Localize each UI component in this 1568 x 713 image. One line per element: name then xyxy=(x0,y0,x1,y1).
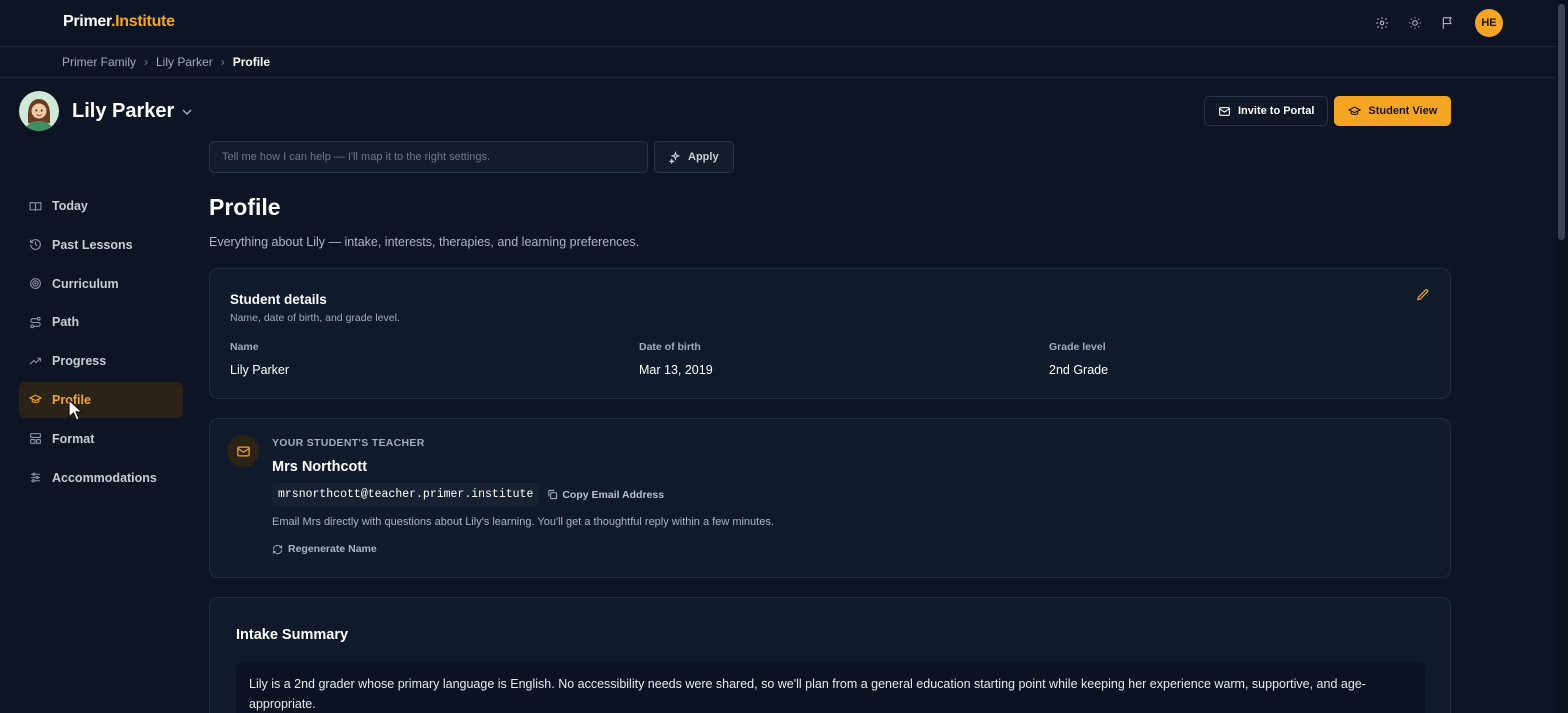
card-subtitle: Name, date of birth, and grade level. xyxy=(230,312,400,324)
target-icon xyxy=(30,278,41,290)
sidebar-item-label: Path xyxy=(52,315,80,330)
chevron-right-icon: › xyxy=(220,55,225,69)
teacher-email-row: mrsnorthcott@teacher.primer.institute Co… xyxy=(272,483,664,506)
graduation-cap-icon xyxy=(29,395,42,404)
sidebar-item-label: Curriculum xyxy=(52,276,119,291)
teacher-description: Email Mrs directly with questions about … xyxy=(272,516,774,528)
page-title: Profile xyxy=(209,194,281,220)
sidebar-item-label: Today xyxy=(52,199,88,213)
mail-icon xyxy=(1219,106,1230,116)
student-switcher[interactable]: Lily Parker xyxy=(19,91,192,131)
sidebar-item-label: Accommodations xyxy=(52,470,157,485)
chevron-right-icon: › xyxy=(144,55,148,69)
student-avatar xyxy=(19,91,59,131)
sidebar-item-past-lessons[interactable]: Past Lessons xyxy=(19,227,183,263)
book-open-icon xyxy=(29,201,42,211)
brand-part-1: Primer xyxy=(63,13,112,30)
page-scrollbar[interactable] xyxy=(1556,0,1568,713)
chevron-down-icon[interactable] xyxy=(182,107,192,118)
copy-email-button[interactable]: Copy Email Address xyxy=(547,489,664,501)
trending-up-icon xyxy=(29,357,41,365)
breadcrumb-primer-family[interactable]: Primer Family xyxy=(62,55,136,69)
layout-icon xyxy=(30,433,41,445)
sidebar-item-progress[interactable]: Progress xyxy=(19,343,183,379)
theme-sun-icon[interactable] xyxy=(1405,9,1425,37)
student-details-card: Student details Name, date of birth, and… xyxy=(209,268,1451,399)
field-value: 2nd Grade xyxy=(1049,363,1109,377)
card-title: Student details xyxy=(230,292,327,307)
apply-label: Apply xyxy=(688,151,719,163)
field-label: Name xyxy=(230,341,259,353)
field-name: Name Lily Parker xyxy=(230,341,289,377)
sidebar-nav: Today Past Lessons Curriculum Path Progr… xyxy=(19,188,183,498)
invite-to-portal-button[interactable]: Invite to Portal xyxy=(1204,96,1329,126)
sidebar-item-label: Past Lessons xyxy=(52,237,133,252)
copy-icon xyxy=(548,489,558,500)
breadcrumb-bar: Primer Family › Lily Parker › Profile xyxy=(0,47,1556,78)
field-label: Date of birth xyxy=(639,341,701,353)
sliders-icon xyxy=(31,472,40,483)
brand-part-2: .Institute xyxy=(111,13,175,30)
route-icon xyxy=(30,316,41,329)
field-label: Grade level xyxy=(1049,341,1106,353)
edit-pencil-icon[interactable] xyxy=(1416,288,1432,304)
brand-logo[interactable]: Primer.Institute xyxy=(63,13,175,31)
intake-summary-card: Intake Summary Lily is a 2nd grader whos… xyxy=(209,597,1451,713)
field-value: Lily Parker xyxy=(230,363,290,377)
settings-gear-icon[interactable] xyxy=(1372,9,1392,37)
assistant-row: Apply xyxy=(209,141,734,173)
sidebar-item-today[interactable]: Today xyxy=(19,188,183,224)
feedback-flag-icon[interactable] xyxy=(1438,9,1458,37)
intake-summary-text: Lily is a 2nd grader whose primary langu… xyxy=(236,662,1425,713)
apply-button[interactable]: Apply xyxy=(654,141,734,173)
mail-icon xyxy=(227,435,259,467)
header-actions: Invite to Portal Student View xyxy=(1204,96,1452,126)
field-date-of-birth: Date of birth Mar 13, 2019 xyxy=(639,341,713,377)
regenerate-name-label: Regenerate Name xyxy=(288,543,377,555)
card-title: Intake Summary xyxy=(236,627,349,643)
sidebar-item-curriculum[interactable]: Curriculum xyxy=(19,266,183,302)
regenerate-name-button[interactable]: Regenerate Name xyxy=(272,543,377,555)
mouse-cursor-icon xyxy=(68,399,84,421)
student-name: Lily Parker xyxy=(72,99,175,122)
student-view-button[interactable]: Student View xyxy=(1334,96,1452,126)
sidebar-item-path[interactable]: Path xyxy=(19,304,183,340)
scrollbar-thumb[interactable] xyxy=(1558,4,1565,240)
history-icon xyxy=(30,239,41,251)
graduation-cap-icon xyxy=(1348,106,1362,115)
teacher-kicker: YOUR STUDENT'S TEACHER xyxy=(272,437,425,449)
breadcrumb: Primer Family › Lily Parker › Profile xyxy=(62,55,270,69)
copy-email-label: Copy Email Address xyxy=(562,488,665,501)
teacher-card: YOUR STUDENT'S TEACHER Mrs Northcott mrs… xyxy=(209,418,1451,578)
sidebar-item-label: Format xyxy=(52,431,95,446)
main-heading: Profile Everything about Lily — intake, … xyxy=(209,194,1451,249)
sidebar-item-profile[interactable]: Profile xyxy=(19,381,183,418)
invite-label: Invite to Portal xyxy=(1238,105,1315,117)
page-subtitle: Everything about Lily — intake, interest… xyxy=(209,235,640,249)
field-grade-level: Grade level 2nd Grade xyxy=(1049,341,1108,377)
breadcrumb-current: Profile xyxy=(232,55,271,69)
top-actions: HE xyxy=(1372,9,1503,37)
teacher-name: Mrs Northcott xyxy=(272,459,368,475)
field-value: Mar 13, 2019 xyxy=(639,363,713,377)
breadcrumb-lily-parker[interactable]: Lily Parker xyxy=(156,55,213,69)
assistant-input[interactable] xyxy=(209,141,648,173)
sidebar-item-format[interactable]: Format xyxy=(19,421,183,457)
sidebar-item-accommodations[interactable]: Accommodations xyxy=(19,460,183,496)
user-avatar[interactable]: HE xyxy=(1475,9,1503,37)
refresh-icon xyxy=(272,544,283,554)
sparkles-icon xyxy=(669,150,681,164)
sidebar-item-label: Progress xyxy=(52,354,107,369)
teacher-email[interactable]: mrsnorthcott@teacher.primer.institute xyxy=(272,483,540,506)
top-bar: Primer.Institute HE xyxy=(0,0,1556,47)
student-view-label: Student View xyxy=(1368,105,1438,117)
